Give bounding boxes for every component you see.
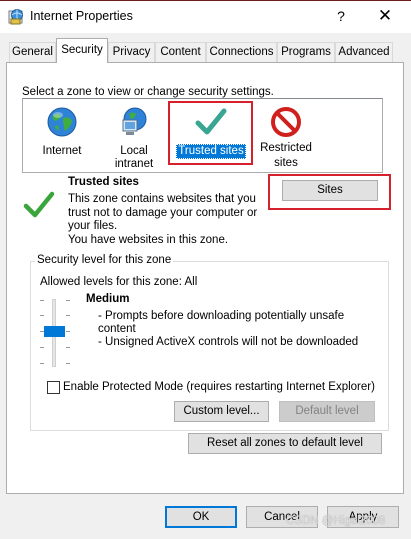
tab-content[interactable]: Content	[155, 42, 206, 62]
local-intranet-icon	[122, 107, 147, 135]
zone-local-intranet[interactable]: Local intranet	[98, 106, 170, 172]
level-bullet: content	[98, 323, 136, 335]
zone-info-line: This zone contains websites that you	[68, 193, 256, 205]
globe-icon	[47, 107, 77, 137]
trusted-checkmark-icon	[23, 191, 55, 218]
zone-info-description: This zone contains websites that you tru…	[68, 193, 257, 247]
slider-tick	[66, 363, 70, 364]
tab-general[interactable]: General	[9, 42, 56, 62]
window-title: Internet Properties	[30, 9, 133, 23]
zone-internet-label: Internet	[42, 145, 82, 157]
zone-info-line: your files.	[68, 220, 118, 232]
zone-internet[interactable]: Internet	[34, 106, 90, 159]
internet-properties-icon	[8, 9, 23, 25]
security-level-description: - Prompts before downloading potentially…	[98, 310, 358, 349]
slider-tick	[66, 331, 70, 332]
slider-tick	[40, 363, 44, 364]
protected-mode-checkbox[interactable]	[47, 381, 60, 394]
custom-level-button[interactable]: Custom level...	[174, 401, 269, 422]
allowed-levels-label: Allowed levels for this zone: All	[40, 276, 198, 288]
slider-tick	[40, 315, 44, 316]
slider-tick	[66, 315, 70, 316]
reset-all-zones-button[interactable]: Reset all zones to default level	[188, 433, 382, 454]
slider-tick	[40, 300, 44, 301]
zone-restricted-sites[interactable]: Restricted sites	[256, 106, 316, 171]
default-level-button[interactable]: Default level	[279, 401, 375, 422]
annotation-highlight-trusted-sites	[168, 101, 253, 165]
slider-tick	[66, 300, 70, 301]
tab-connections[interactable]: Connections	[206, 42, 277, 62]
level-bullet: - Prompts before downloading potentially…	[98, 310, 345, 322]
tab-privacy[interactable]: Privacy	[108, 42, 155, 62]
tab-security[interactable]: Security	[56, 38, 108, 63]
security-level-slider-thumb[interactable]	[44, 326, 65, 337]
zone-info-line: trust not to damage your computer or	[68, 206, 258, 219]
slider-tick	[40, 347, 44, 348]
watermark: CSDN @Higel2008	[286, 515, 386, 527]
zone-local-intranet-label: Local intranet	[114, 145, 154, 170]
zone-instruction: Select a zone to view or change security…	[22, 86, 274, 98]
tab-advanced[interactable]: Advanced	[335, 42, 393, 62]
restricted-icon	[271, 107, 301, 137]
ok-button[interactable]: OK	[165, 506, 237, 528]
slider-tick	[66, 347, 70, 348]
tab-programs[interactable]: Programs	[277, 42, 335, 62]
zone-info-title: Trusted sites	[68, 176, 139, 188]
zone-info-line: You have websites in this zone.	[68, 233, 229, 246]
close-button[interactable]: ✕	[362, 2, 408, 30]
help-button[interactable]: ?	[326, 2, 356, 30]
security-level-caption: Security level for this zone	[35, 254, 174, 266]
protected-mode-label[interactable]: Enable Protected Mode (requires restarti…	[63, 381, 375, 393]
zone-restricted-label-line2: sites	[274, 157, 298, 169]
annotation-highlight-sites-button	[268, 174, 391, 210]
security-level-name: Medium	[86, 293, 130, 305]
zone-restricted-label-line1: Restricted	[260, 142, 312, 154]
level-bullet: - Unsigned ActiveX controls will not be …	[98, 336, 359, 348]
